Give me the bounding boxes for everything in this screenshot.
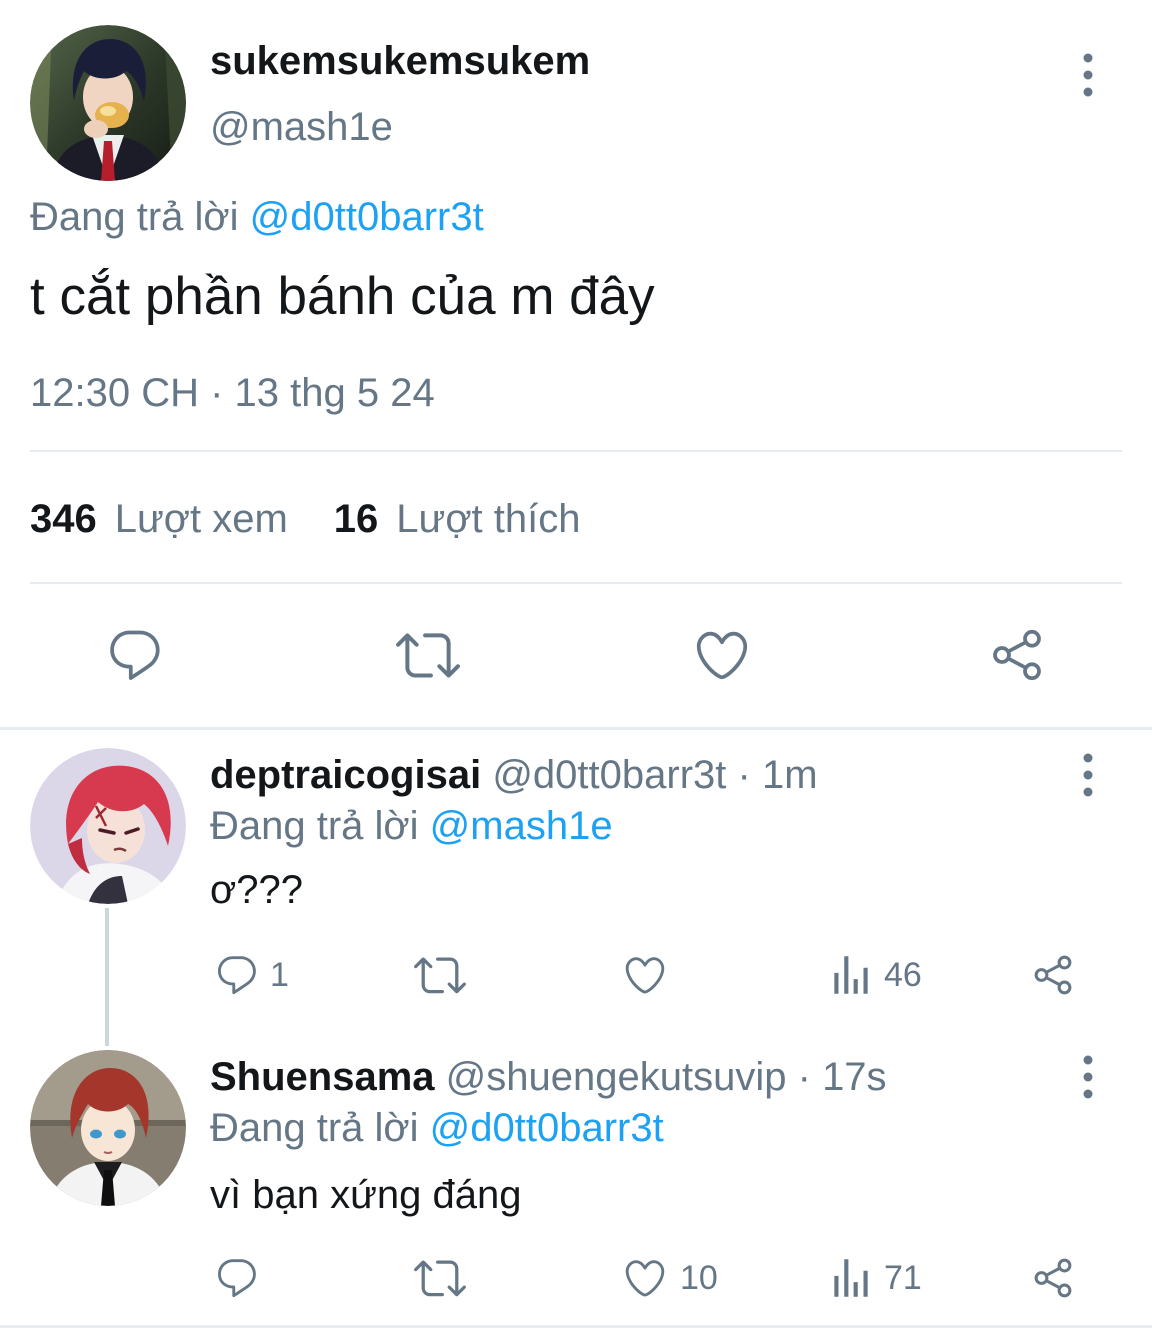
like-button[interactable] — [692, 623, 756, 687]
likes-stat[interactable]: 16 Lượt thích — [334, 497, 581, 541]
like-icon — [625, 957, 665, 994]
tweet-actions: 1 46 — [0, 950, 1152, 1000]
handle[interactable]: @mash1e — [210, 104, 393, 150]
tweet-actions — [0, 623, 1152, 687]
more-vertical-icon[interactable] — [1076, 1052, 1100, 1102]
reply-prefix: Đang trả lời — [210, 804, 419, 848]
avatar-image — [30, 1050, 186, 1206]
view-count: 46 — [884, 956, 922, 994]
reply-to-handle[interactable]: @d0tt0barr3t — [250, 195, 484, 239]
views-label: Lượt xem — [114, 497, 288, 541]
share-button[interactable] — [987, 623, 1051, 687]
reply-to-handle[interactable]: @d0tt0barr3t — [430, 1106, 664, 1150]
reply-count: 1 — [270, 956, 289, 994]
retweet-icon — [414, 957, 466, 994]
tweet-actions: 10 71 — [0, 1253, 1152, 1303]
views-button[interactable]: 46 — [826, 950, 936, 1000]
like-icon — [696, 631, 748, 680]
views-icon — [834, 1259, 868, 1297]
share-button[interactable] — [1030, 950, 1076, 1000]
post-time[interactable]: 17s — [822, 1055, 887, 1099]
avatar[interactable] — [30, 1050, 186, 1206]
replying-to: Đang trả lời @mash1e — [210, 803, 613, 849]
share-icon — [993, 629, 1041, 681]
retweet-icon — [414, 1260, 466, 1297]
views-count: 346 — [30, 497, 97, 541]
display-name[interactable]: deptraicogisai — [210, 753, 481, 797]
handle[interactable]: @shuengekutsuvip — [446, 1055, 787, 1099]
avatar[interactable] — [30, 748, 186, 904]
display-name[interactable]: sukemsukemsukem — [210, 38, 590, 84]
share-icon — [1034, 1258, 1072, 1298]
avatar-image — [30, 25, 186, 181]
timestamp[interactable]: 12:30 CH · 13 thg 5 24 — [30, 370, 435, 416]
like-icon — [625, 1260, 665, 1297]
reply-tweet[interactable]: Shuensama @shuengekutsuvip · 17s Đang tr… — [0, 1031, 1152, 1325]
reply-tweet[interactable]: deptraicogisai @d0tt0barr3t · 1m Đang tr… — [0, 730, 1152, 1030]
divider — [30, 582, 1122, 584]
reply-button[interactable] — [105, 623, 169, 687]
reply-icon — [110, 630, 160, 680]
like-button[interactable] — [622, 950, 668, 1000]
reply-prefix: Đang trả lời — [30, 195, 239, 239]
retweet-icon — [396, 633, 460, 678]
views-stat[interactable]: 346 Lượt xem — [30, 497, 288, 541]
view-count: 71 — [884, 1259, 922, 1297]
bottom-divider — [0, 1325, 1152, 1328]
tweet-text: vì bạn xứng đáng — [210, 1173, 522, 1217]
reply-icon — [218, 956, 256, 995]
tweet-stats: 346 Lượt xem 16 Lượt thích — [30, 496, 581, 542]
post-time[interactable]: 1m — [762, 753, 818, 797]
handle[interactable]: @d0tt0barr3t — [492, 753, 726, 797]
reply-header: deptraicogisai @d0tt0barr3t · 1m — [210, 752, 818, 798]
main-tweet: sukemsukemsukem @mash1e Đang trả lời @d0… — [0, 0, 1152, 729]
reply-icon — [218, 1259, 256, 1298]
reply-prefix: Đang trả lời — [210, 1106, 419, 1150]
replying-to: Đang trả lời @d0tt0barr3t — [210, 1105, 664, 1151]
avatar-image — [30, 748, 186, 904]
more-vertical-icon[interactable] — [1076, 750, 1100, 800]
tweet-text: t cắt phần bánh của m đây — [30, 267, 655, 326]
views-icon — [834, 956, 868, 994]
views-button[interactable]: 71 — [826, 1253, 936, 1303]
separator: · — [797, 1055, 811, 1099]
display-name[interactable]: Shuensama — [210, 1055, 435, 1099]
share-icon — [1034, 955, 1072, 995]
likes-label: Lượt thích — [396, 497, 581, 541]
separator: · — [737, 753, 751, 797]
replying-to: Đang trả lời @d0tt0barr3t — [30, 194, 484, 240]
reply-button[interactable]: 1 — [214, 950, 304, 1000]
more-vertical-icon[interactable] — [1076, 50, 1100, 100]
reply-button[interactable] — [214, 1253, 260, 1303]
retweet-button[interactable] — [396, 623, 460, 687]
share-button[interactable] — [1030, 1253, 1076, 1303]
like-count: 10 — [680, 1259, 718, 1297]
reply-header: Shuensama @shuengekutsuvip · 17s — [210, 1054, 887, 1100]
like-button[interactable]: 10 — [622, 1253, 732, 1303]
avatar[interactable] — [30, 25, 186, 181]
divider — [30, 450, 1122, 452]
likes-count: 16 — [333, 497, 379, 541]
retweet-button[interactable] — [414, 1253, 466, 1303]
retweet-button[interactable] — [414, 950, 466, 1000]
tweet-text: ơ??? — [210, 868, 303, 912]
reply-to-handle[interactable]: @mash1e — [430, 804, 613, 848]
